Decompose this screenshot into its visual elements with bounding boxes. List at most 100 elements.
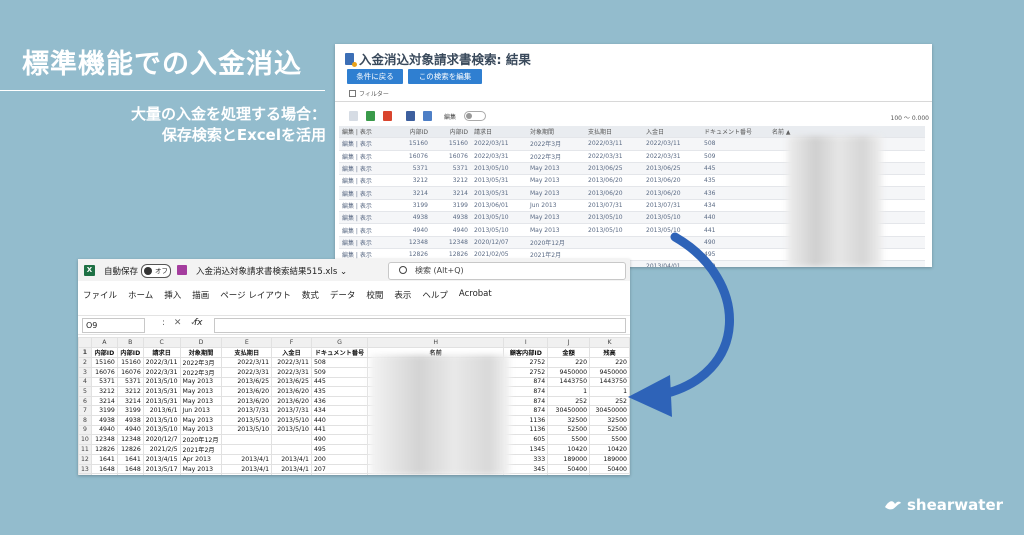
row-number[interactable]: 12	[78, 454, 92, 465]
new-icon[interactable]	[349, 111, 358, 121]
column-letter-header[interactable]: G	[310, 337, 368, 348]
ribbon-tab[interactable]: 数式	[297, 289, 325, 301]
edit-view-links[interactable]: 編集 | 表示	[339, 186, 391, 200]
cell[interactable]: 605	[503, 434, 549, 446]
cell[interactable]: 16076	[116, 366, 144, 378]
cell[interactable]: 1345	[503, 444, 549, 456]
cell[interactable]: 4940	[116, 424, 144, 436]
row-number[interactable]: 9	[78, 424, 92, 436]
cell[interactable]: 2022/3/31	[221, 366, 273, 378]
row-number[interactable]: 6	[78, 395, 92, 407]
cell[interactable]: May 2013	[179, 463, 223, 475]
row-number[interactable]: 11	[78, 444, 92, 456]
cell[interactable]: 2013/5/31	[142, 386, 181, 397]
cell[interactable]: 2022年3月	[179, 366, 223, 378]
cell[interactable]: 2022/3/11	[271, 356, 312, 368]
edit-view-links[interactable]: 編集 | 表示	[339, 199, 391, 213]
cell[interactable]: 2013/5/10	[142, 424, 181, 436]
cell[interactable]: 435	[310, 386, 368, 397]
column-header[interactable]: 請求日	[471, 126, 527, 139]
cell[interactable]: 509	[310, 366, 368, 378]
column-header[interactable]: 内部ID	[431, 126, 471, 139]
cell[interactable]: 445	[310, 376, 368, 388]
cell[interactable]: 1443750	[547, 376, 591, 388]
cell[interactable]: 9450000	[547, 366, 591, 378]
ribbon-tab[interactable]: 表示	[389, 289, 417, 301]
cell[interactable]: 3212	[90, 386, 118, 397]
cell[interactable]: 2022/3/11	[221, 356, 273, 368]
cell[interactable]: 2013/4/15	[142, 454, 181, 465]
cell[interactable]: 2013/4/15	[221, 473, 273, 475]
cell[interactable]: 3214	[116, 395, 144, 407]
column-letter-header[interactable]: E	[221, 337, 273, 348]
row-number[interactable]: 5	[78, 386, 92, 397]
cell[interactable]: 441	[310, 424, 368, 436]
column-letter-header[interactable]	[78, 337, 92, 348]
cell[interactable]: 2013/5/10	[221, 414, 273, 426]
cell[interactable]: 189000	[547, 454, 591, 465]
cell[interactable]: 252	[547, 395, 591, 407]
print-icon[interactable]	[406, 111, 415, 121]
cell[interactable]: May 2013	[179, 386, 223, 397]
cell[interactable]	[271, 434, 312, 446]
cell[interactable]: 32500	[547, 414, 591, 426]
column-header[interactable]: 支払期日	[585, 126, 643, 139]
column-letter-header[interactable]: H	[366, 337, 505, 348]
header-cell[interactable]: 内部ID	[90, 346, 118, 358]
ribbon-tab[interactable]: ページ レイアウト	[215, 289, 297, 301]
cell[interactable]: 2013/6/20	[221, 386, 273, 397]
cell[interactable]	[221, 434, 273, 446]
cell[interactable]: 3212	[116, 386, 144, 397]
header-cell[interactable]: 支払期日	[221, 346, 273, 358]
header-cell[interactable]: 入金日	[271, 346, 312, 358]
ribbon-tab[interactable]: ヘルプ	[417, 289, 454, 301]
cell[interactable]: 222	[310, 473, 368, 475]
column-header[interactable]: 対象期間	[527, 126, 585, 139]
cell[interactable]: 490	[310, 434, 368, 446]
cell[interactable]: 2013/4/1	[221, 454, 273, 465]
column-header[interactable]: 内部ID	[391, 126, 431, 139]
back-to-criteria-button[interactable]: 条件に戻る	[347, 69, 403, 84]
cell[interactable]: 10420	[589, 444, 630, 456]
cell[interactable]: 1811	[90, 473, 118, 475]
cell[interactable]: 2021年2月	[179, 444, 223, 456]
cell[interactable]: 1811	[116, 473, 144, 475]
cell[interactable]: 12348	[116, 434, 144, 446]
ribbon-tab[interactable]: Acrobat	[454, 289, 498, 301]
cell[interactable]: 1641	[90, 454, 118, 465]
header-cell[interactable]: 金額	[547, 346, 591, 358]
cell[interactable]: May 2013	[179, 414, 223, 426]
cell[interactable]: 4938	[90, 414, 118, 426]
cell[interactable]: 5371	[90, 376, 118, 388]
cell[interactable]: 2022/3/31	[142, 366, 181, 378]
cell[interactable]: 345	[503, 463, 549, 475]
ribbon-tab[interactable]: 描画	[187, 289, 215, 301]
cell[interactable]: 2013/5/10	[271, 414, 312, 426]
cell[interactable]: 333	[503, 454, 549, 465]
cell[interactable]: 2013/7/31	[271, 405, 312, 416]
cell[interactable]: Apr 2013	[179, 473, 223, 475]
cell[interactable]: 2013/4/15	[271, 473, 312, 475]
column-header[interactable]: 入金日	[643, 126, 701, 139]
insert-function-icon[interactable]: fx	[194, 318, 203, 328]
cell[interactable]: 1	[547, 386, 591, 397]
cell[interactable]: 2013/4/1	[221, 463, 273, 475]
formula-input[interactable]	[214, 318, 626, 333]
column-letter-header[interactable]: D	[179, 337, 223, 348]
cell[interactable]: 364	[503, 473, 549, 475]
cell[interactable]: 2013/6/25	[271, 376, 312, 388]
cell[interactable]: Jun 2013	[179, 405, 223, 416]
cell[interactable]: 1136	[503, 424, 549, 436]
row-number[interactable]: 10	[78, 434, 92, 446]
cell[interactable]: 200	[310, 454, 368, 465]
cell[interactable]: 4940	[90, 424, 118, 436]
cell[interactable]: 434	[310, 405, 368, 416]
column-header[interactable]: ドキュメント番号	[701, 126, 769, 139]
cell[interactable]: 2013/7/31	[221, 405, 273, 416]
header-cell[interactable]: 顧客内部ID	[503, 346, 549, 358]
cell[interactable]: 2013/6/1	[142, 405, 181, 416]
save-icon[interactable]	[177, 265, 187, 275]
cell[interactable]: 12826	[116, 444, 144, 456]
column-letter-header[interactable]: J	[547, 337, 591, 348]
cell[interactable]: 52500	[547, 424, 591, 436]
